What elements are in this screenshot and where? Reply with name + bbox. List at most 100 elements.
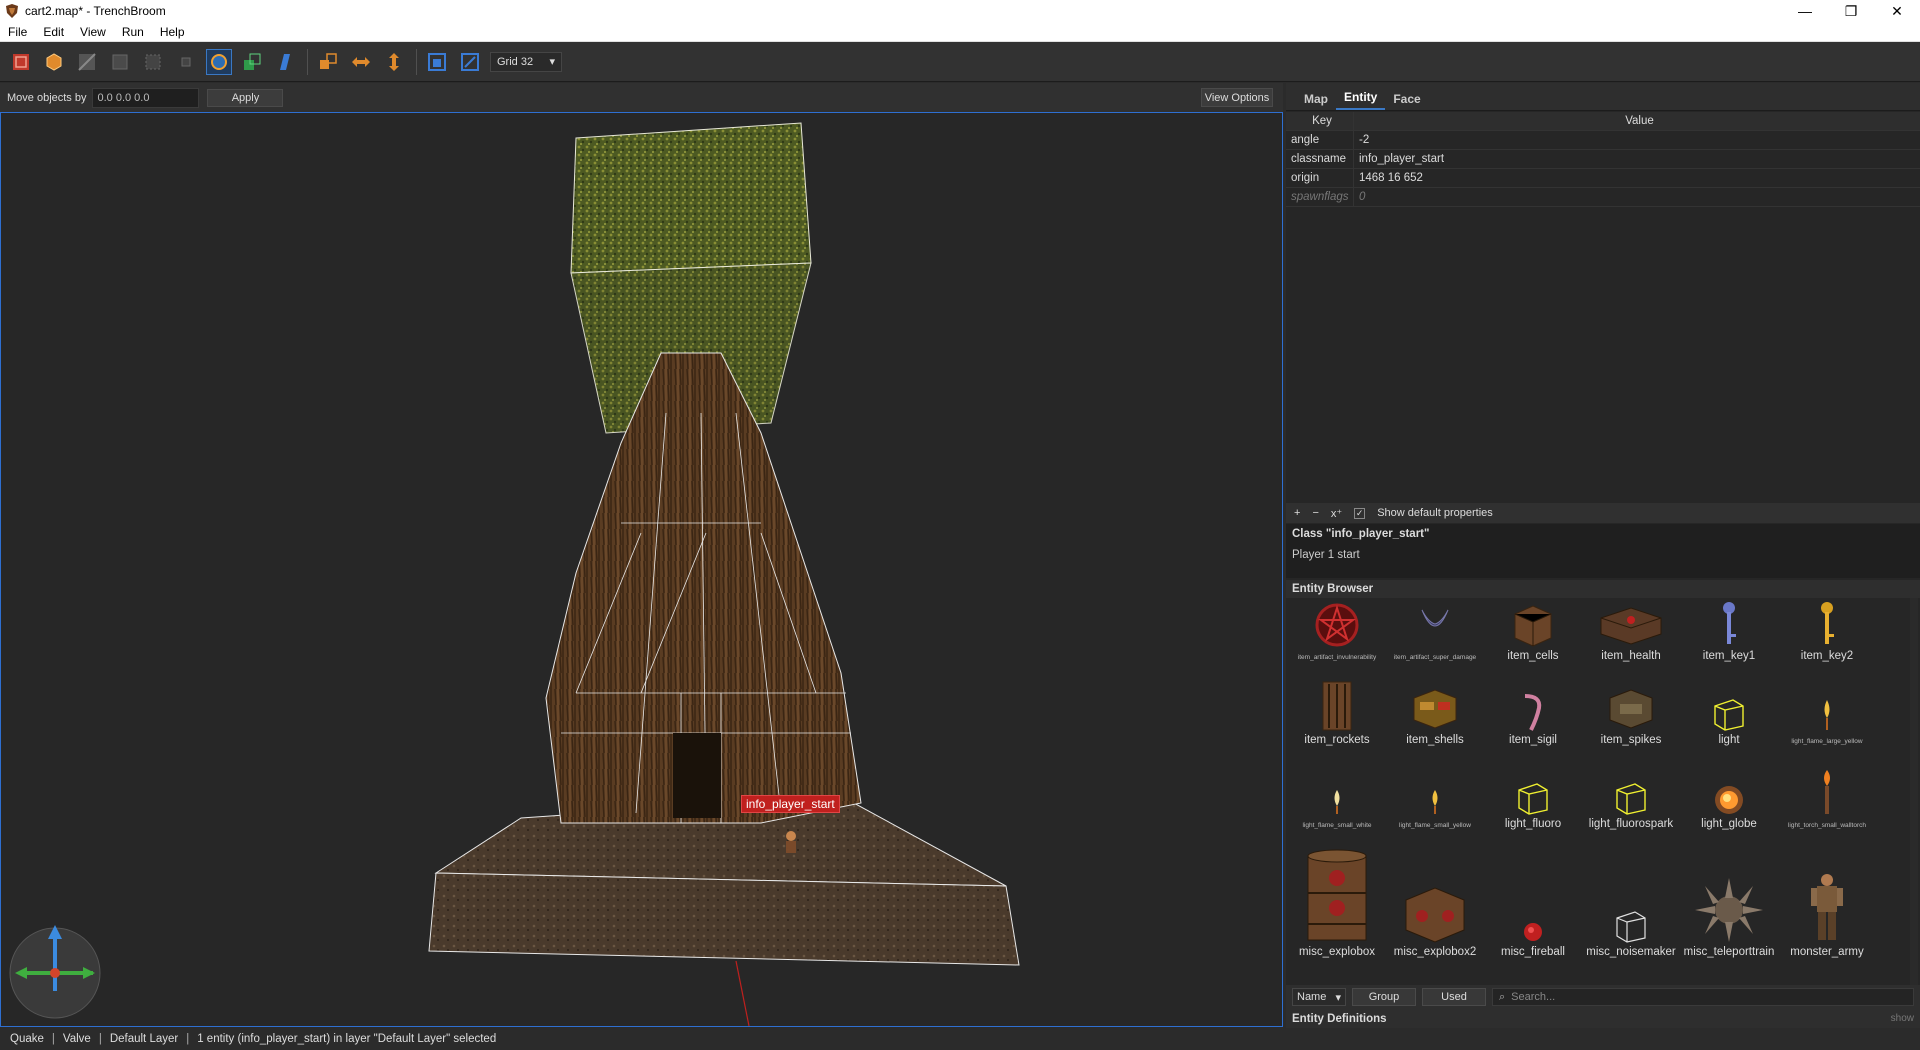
entity-item[interactable]: item_sigil (1484, 682, 1582, 746)
camera-gizmo[interactable] (9, 925, 101, 1019)
key-column-header[interactable]: Key (1286, 112, 1354, 130)
torch-icon (1824, 770, 1830, 814)
used-button[interactable]: Used (1422, 988, 1486, 1006)
move-objects-input[interactable]: 0.0 0.0 0.0 (92, 87, 200, 108)
grid-size-select[interactable]: Grid 32 ▾ (490, 51, 562, 72)
entity-browser-title: Entity Browser (1286, 580, 1920, 598)
group-button[interactable]: Group (1352, 988, 1416, 1006)
entity-definitions-header[interactable]: Entity Definitions show (1286, 1009, 1920, 1028)
entity-browser-grid: item_artifact_invulnerability item_artif… (1286, 598, 1906, 990)
pentagram-icon (1315, 603, 1359, 647)
view-options-button[interactable]: View Options (1201, 88, 1273, 107)
property-key[interactable]: angle (1286, 131, 1354, 149)
property-value[interactable]: info_player_start (1354, 150, 1920, 168)
entity-item[interactable]: item_rockets (1288, 681, 1386, 746)
property-row[interactable]: angle -2 (1286, 131, 1920, 150)
entity-search-field[interactable]: ⌕ Search... (1492, 988, 1914, 1006)
property-key[interactable]: origin (1286, 169, 1354, 187)
entity-item[interactable]: monster_army (1778, 848, 1876, 958)
entity-browser-scrollbar[interactable] (1910, 598, 1918, 985)
entity-item[interactable]: item_key1 (1680, 598, 1778, 662)
entity-item[interactable]: light_torch_small_walltorch (1778, 766, 1876, 829)
clear-property-button[interactable]: x⁺ (1331, 507, 1342, 520)
scale-tool-button[interactable] (239, 49, 265, 75)
grid-size-value: Grid 32 (497, 55, 534, 68)
3d-viewport[interactable]: info_player_start (0, 112, 1283, 1027)
apply-button[interactable]: Apply (207, 88, 284, 107)
entity-item[interactable]: item_health (1582, 598, 1680, 662)
property-value[interactable]: -2 (1354, 131, 1920, 149)
entity-item[interactable]: misc_noisemaker (1582, 848, 1680, 958)
brush-tool-button[interactable] (41, 49, 67, 75)
chevron-down-icon: ▾ (1335, 991, 1341, 1004)
menu-run[interactable]: Run (114, 25, 152, 39)
entity-item[interactable]: light_flame_large_yellow (1778, 682, 1876, 745)
show-default-checkbox[interactable]: ✓ (1354, 507, 1366, 519)
maximize-button[interactable]: ❐ (1828, 0, 1874, 22)
entity-item[interactable]: item_cells (1484, 598, 1582, 662)
wire-cube-icon (1616, 783, 1646, 815)
flip-horizontal-button[interactable] (348, 49, 374, 75)
edge-tool-button[interactable] (140, 49, 166, 75)
property-row[interactable]: classname info_player_start (1286, 150, 1920, 169)
entity-item[interactable]: light_fluoro (1484, 766, 1582, 830)
entity-item[interactable]: light_fluorospark (1582, 766, 1680, 830)
entity-name: item_health (1601, 650, 1661, 662)
property-value[interactable]: 1468 16 652 (1354, 169, 1920, 187)
property-key[interactable]: spawnflags (1286, 188, 1354, 206)
flip-horizontal-icon (352, 56, 370, 67)
entity-item[interactable]: light_flame_small_yellow (1386, 766, 1484, 829)
uv-lock-button[interactable] (457, 49, 483, 75)
entity-item[interactable]: light_flame_small_white (1288, 766, 1386, 829)
remove-property-button[interactable]: − (1312, 507, 1318, 519)
entity-property-table: Key Value angle -2 classname info_player… (1286, 112, 1920, 207)
entity-name: light_flame_small_yellow (1399, 822, 1471, 829)
entity-item[interactable]: light_globe (1680, 766, 1778, 830)
entity-item[interactable]: item_spikes (1582, 682, 1680, 746)
entity-item[interactable]: misc_explobox2 (1386, 848, 1484, 958)
shells-icon (1413, 689, 1457, 729)
vertex-tool-button[interactable] (107, 49, 133, 75)
entity-item[interactable]: misc_fireball (1484, 848, 1582, 958)
menu-help[interactable]: Help (152, 25, 193, 39)
add-property-button[interactable]: + (1294, 507, 1300, 519)
search-icon: ⌕ (1499, 990, 1506, 1003)
sort-select[interactable]: Name ▾ (1292, 988, 1346, 1006)
entity-item[interactable]: item_artifact_invulnerability (1288, 598, 1386, 661)
minimize-button[interactable]: — (1782, 0, 1828, 22)
menu-edit[interactable]: Edit (35, 25, 72, 39)
player-start-model (786, 831, 796, 853)
close-button[interactable]: ✕ (1874, 0, 1920, 22)
entity-item[interactable]: misc_explobox (1288, 848, 1386, 958)
entity-item[interactable]: item_shells (1386, 682, 1484, 746)
tab-map[interactable]: Map (1296, 92, 1336, 110)
texture-lock-button[interactable] (424, 49, 450, 75)
entity-name: item_shells (1406, 734, 1464, 746)
entity-item[interactable]: item_artifact_super_damage (1386, 598, 1484, 661)
property-tools-bar: + − x⁺ ✓ Show default properties (1286, 503, 1920, 523)
entity-definitions-toggle[interactable]: show (1891, 1013, 1914, 1024)
property-value[interactable]: 0 (1354, 188, 1920, 206)
shear-tool-button[interactable] (272, 49, 298, 75)
title-bar: cart2.map* - TrenchBroom — ❐ ✕ (0, 0, 1920, 22)
property-key[interactable]: classname (1286, 150, 1354, 168)
duplicate-button[interactable] (315, 49, 341, 75)
flip-vertical-button[interactable] (381, 49, 407, 75)
select-tool-button[interactable] (8, 49, 34, 75)
entity-name: light_globe (1701, 818, 1757, 830)
entity-item[interactable]: item_key2 (1778, 598, 1876, 662)
entity-item[interactable]: light (1680, 682, 1778, 746)
menu-view[interactable]: View (72, 25, 114, 39)
property-row-default[interactable]: spawnflags 0 (1286, 188, 1920, 207)
rotate-tool-button[interactable] (206, 48, 232, 75)
property-row[interactable]: origin 1468 16 652 (1286, 169, 1920, 188)
app-icon (6, 4, 18, 18)
clip-tool-button[interactable] (74, 49, 100, 75)
tab-face[interactable]: Face (1385, 92, 1428, 110)
base-slab-front (428, 872, 1020, 966)
entity-item[interactable]: misc_teleporttrain (1680, 848, 1778, 958)
tab-entity[interactable]: Entity (1336, 90, 1386, 110)
value-column-header[interactable]: Value (1354, 112, 1920, 130)
face-tool-button[interactable] (173, 49, 199, 75)
menu-file[interactable]: File (0, 25, 35, 39)
